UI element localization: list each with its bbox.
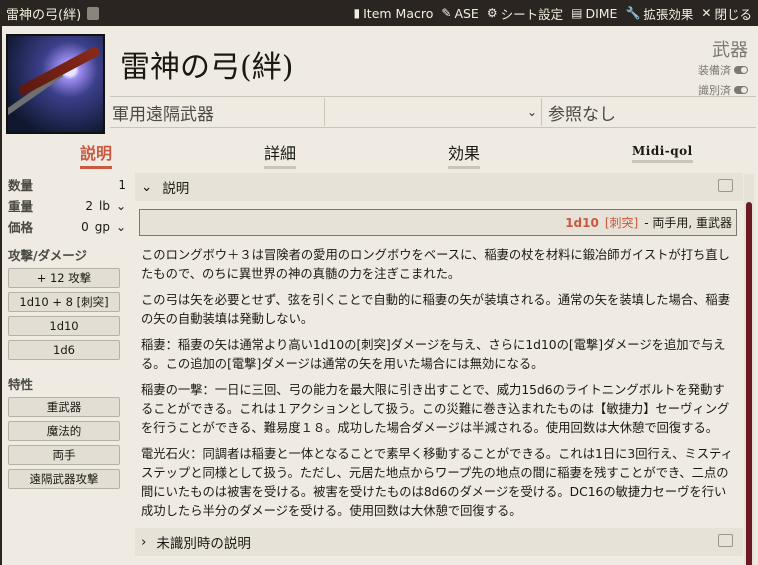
- weight-row: 重量 2 lb ⌄: [8, 198, 126, 215]
- gear-icon: ⚙: [486, 6, 498, 20]
- equipped-toggle[interactable]: 装備済: [698, 62, 748, 78]
- window-actions: ▮ Item Macro ✎ ASE ⚙ シート設定 ▤ DIME 🔧 拡張効果 ✕ 閉じる: [354, 4, 758, 23]
- chevron-down-icon: ⌄: [115, 198, 126, 213]
- pen-icon: ✎: [441, 6, 452, 20]
- tab-effects[interactable]: 効果: [448, 140, 481, 169]
- weight-unit-select[interactable]: lb: [99, 199, 110, 213]
- price-field[interactable]: 0: [81, 220, 89, 234]
- window-title: 雷神の弓(絆): [0, 4, 354, 23]
- id-badge-icon[interactable]: [87, 6, 100, 20]
- edit-icon[interactable]: [718, 179, 733, 192]
- unidentified-description-header[interactable]: › 未識別時の説明: [135, 528, 743, 556]
- close-icon: ✕: [701, 6, 712, 20]
- description-paragraph: 稲妻：稲妻の矢は通常より高い1d10の[刺突]ダメージを与え、さらに1d10の[…: [141, 338, 726, 371]
- window-title-text: 雷神の弓(絆): [6, 7, 82, 23]
- damage-pill[interactable]: 1d10: [8, 316, 120, 336]
- chevron-down-icon: ⌄: [526, 105, 537, 119]
- traits-section-title: 特性: [8, 377, 34, 392]
- chevron-right-icon: ›: [141, 534, 147, 550]
- description-paragraph: このロングボウ＋３は冒険者の愛用のロングボウをベースに、稲妻の杖を材料に鍛冶師ガ…: [141, 248, 730, 281]
- effects-ext-button[interactable]: 🔧 拡張効果: [625, 4, 693, 23]
- sheet-settings-button[interactable]: ⚙ シート設定: [487, 4, 563, 23]
- document-icon: ▮: [353, 6, 361, 20]
- close-button[interactable]: ✕ 閉じる: [701, 4, 752, 23]
- base-item-select[interactable]: ⌄: [325, 98, 541, 126]
- item-macro-button[interactable]: ▮ Item Macro: [354, 6, 434, 21]
- wrench-icon: 🔧: [625, 6, 641, 20]
- item-sheet: 雷神の弓(絆) 武器 装備済 識別済 軍用遠隔武器 ⌄ 参照なし 説明 詳細 効…: [0, 26, 758, 565]
- file-icon: ▤: [571, 6, 583, 20]
- sheet-tabs: 説明 詳細 効果 Midi-qol: [2, 140, 758, 169]
- weight-field[interactable]: 2: [85, 199, 93, 213]
- properties-sidebar: 数量 1 重量 2 lb ⌄ 価格 0 gp ⌄ 攻撃/ダメージ + 12 攻撃…: [8, 174, 126, 489]
- tab-details[interactable]: 詳細: [264, 140, 297, 169]
- description-text: このロングボウ＋３は冒険者の愛用のロングボウをベースに、稲妻の杖を材料に鍛冶師ガ…: [135, 236, 743, 521]
- description-paragraph: 稲妻の一撃：一日に三回、弓の能力を最大限に引き出すことで、威力15d6のライトニ…: [141, 383, 730, 435]
- damage-pill[interactable]: 1d10 + 8 [刺突]: [8, 292, 120, 312]
- attack-section-title: 攻撃/ダメージ: [8, 248, 87, 263]
- price-unit-select[interactable]: gp: [95, 220, 110, 234]
- item-name[interactable]: 雷神の弓(絆): [120, 42, 293, 86]
- damage-pill[interactable]: 1d6: [8, 340, 120, 360]
- item-portrait[interactable]: [6, 34, 105, 134]
- item-type-label: 武器: [712, 40, 748, 61]
- chevron-down-icon: ⌄: [141, 179, 153, 195]
- trait-pill[interactable]: 両手: [8, 445, 120, 465]
- chevron-down-icon: ⌄: [115, 219, 126, 234]
- tab-midi-qol[interactable]: Midi-qol: [632, 144, 693, 163]
- tab-description[interactable]: 説明: [80, 140, 113, 169]
- description-panel: ⌄ 説明 1d10 [刺突] - 両手用, 重武器 このロングボウ＋３は冒険者の…: [135, 173, 743, 565]
- weapon-type[interactable]: 軍用遠隔武器: [110, 100, 324, 125]
- trait-pill[interactable]: 重武器: [8, 397, 120, 417]
- trait-pill[interactable]: 魔法的: [8, 421, 120, 441]
- description-paragraph: 電光石火：同調者は稲妻と一体となることで素早く移動することができる。これは1日に…: [141, 447, 733, 518]
- attack-bonus-pill[interactable]: + 12 攻撃: [8, 268, 120, 288]
- equipped-toggle-icon[interactable]: [734, 66, 748, 74]
- trait-pill[interactable]: 遠隔武器攻撃: [8, 469, 120, 489]
- edit-icon[interactable]: [718, 534, 733, 547]
- description-paragraph: この弓は矢を必要とせず、弦を引くことで自動的に稲妻の矢が装填される。通常の矢を装…: [141, 293, 731, 326]
- quantity-field[interactable]: 1: [118, 178, 126, 192]
- quantity-row: 数量 1: [8, 177, 126, 194]
- item-subline: 軍用遠隔武器 ⌄ 参照なし: [110, 96, 756, 128]
- dime-button[interactable]: ▤ DIME: [571, 6, 617, 21]
- identified-toggle-icon[interactable]: [734, 86, 748, 94]
- portrait-bow: [16, 45, 102, 97]
- weapon-properties-bar: 1d10 [刺突] - 両手用, 重武器: [139, 209, 737, 236]
- reference-field[interactable]: 参照なし: [542, 100, 616, 125]
- price-row: 価格 0 gp ⌄: [8, 219, 126, 236]
- description-header[interactable]: ⌄ 説明: [135, 173, 743, 201]
- ase-button[interactable]: ✎ ASE: [441, 6, 478, 21]
- scrollbar-thumb[interactable]: [746, 202, 752, 565]
- window-titlebar[interactable]: 雷神の弓(絆) ▮ Item Macro ✎ ASE ⚙ シート設定 ▤ DIME 🔧 拡…: [0, 0, 758, 26]
